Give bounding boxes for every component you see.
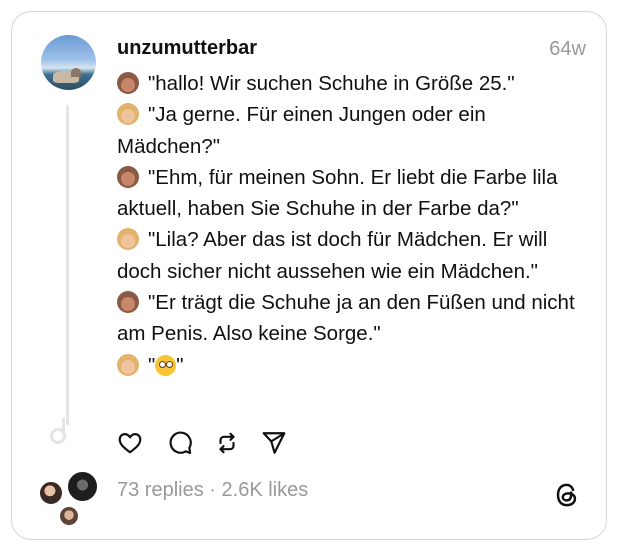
post-line-text: "Er trägt die Schuhe ja an den Füßen und… <box>117 291 575 346</box>
post-line-text: "hallo! Wir suchen Schuhe in Größe 25." <box>148 72 515 95</box>
repost-icon[interactable] <box>214 430 240 456</box>
replier-avatar[interactable] <box>38 480 64 506</box>
post-line: " " <box>117 350 587 381</box>
comment-icon[interactable] <box>167 430 193 456</box>
stats-separator: · <box>209 479 216 501</box>
thread-line <box>66 105 69 425</box>
person-face-icon <box>117 353 139 376</box>
post-line: "Lila? Aber das ist doch für Mädchen. Er… <box>117 224 587 287</box>
avatar-figure-shape <box>71 68 81 77</box>
quote-close: " <box>176 353 184 377</box>
flushed-face-icon <box>155 354 177 376</box>
post-line-text: "Ja gerne. Für einen Jungen oder ein Mäd… <box>117 103 486 158</box>
person-face-icon <box>117 103 139 126</box>
post-timestamp[interactable]: 64w <box>549 38 586 61</box>
threads-logo-icon[interactable] <box>553 481 581 509</box>
post-line: "Er trägt die Schuhe ja an den Füßen und… <box>117 287 587 350</box>
replier-avatar[interactable] <box>58 505 80 527</box>
post-line-text: "Ehm, für meinen Sohn. Er liebt die Farb… <box>117 165 558 221</box>
woman-face-icon <box>117 291 139 314</box>
quote-open: " <box>148 353 156 377</box>
post-stats: 73 replies · 2.6K likes <box>117 479 308 502</box>
woman-face-icon <box>117 72 139 94</box>
author-username[interactable]: unzumutterbar <box>117 37 257 60</box>
post-line-text: "Lila? Aber das ist doch für Mädchen. Er… <box>117 228 548 283</box>
heart-icon[interactable] <box>117 430 143 456</box>
likes-count[interactable]: 2.6K likes <box>222 479 309 501</box>
woman-face-icon <box>117 165 139 188</box>
post-line: "Ehm, für meinen Sohn. Er liebt die Farb… <box>117 162 587 225</box>
post-line: "Ja gerne. Für einen Jungen oder ein Mäd… <box>117 99 587 162</box>
send-icon[interactable] <box>261 430 287 456</box>
thread-loop <box>50 428 66 444</box>
post-line: "hallo! Wir suchen Schuhe in Größe 25." <box>117 68 587 99</box>
person-face-icon <box>117 228 139 251</box>
replies-count[interactable]: 73 replies <box>117 479 204 501</box>
replier-avatar[interactable] <box>66 470 99 503</box>
post-body: "hallo! Wir suchen Schuhe in Größe 25." … <box>117 68 587 381</box>
author-avatar[interactable] <box>41 35 96 90</box>
